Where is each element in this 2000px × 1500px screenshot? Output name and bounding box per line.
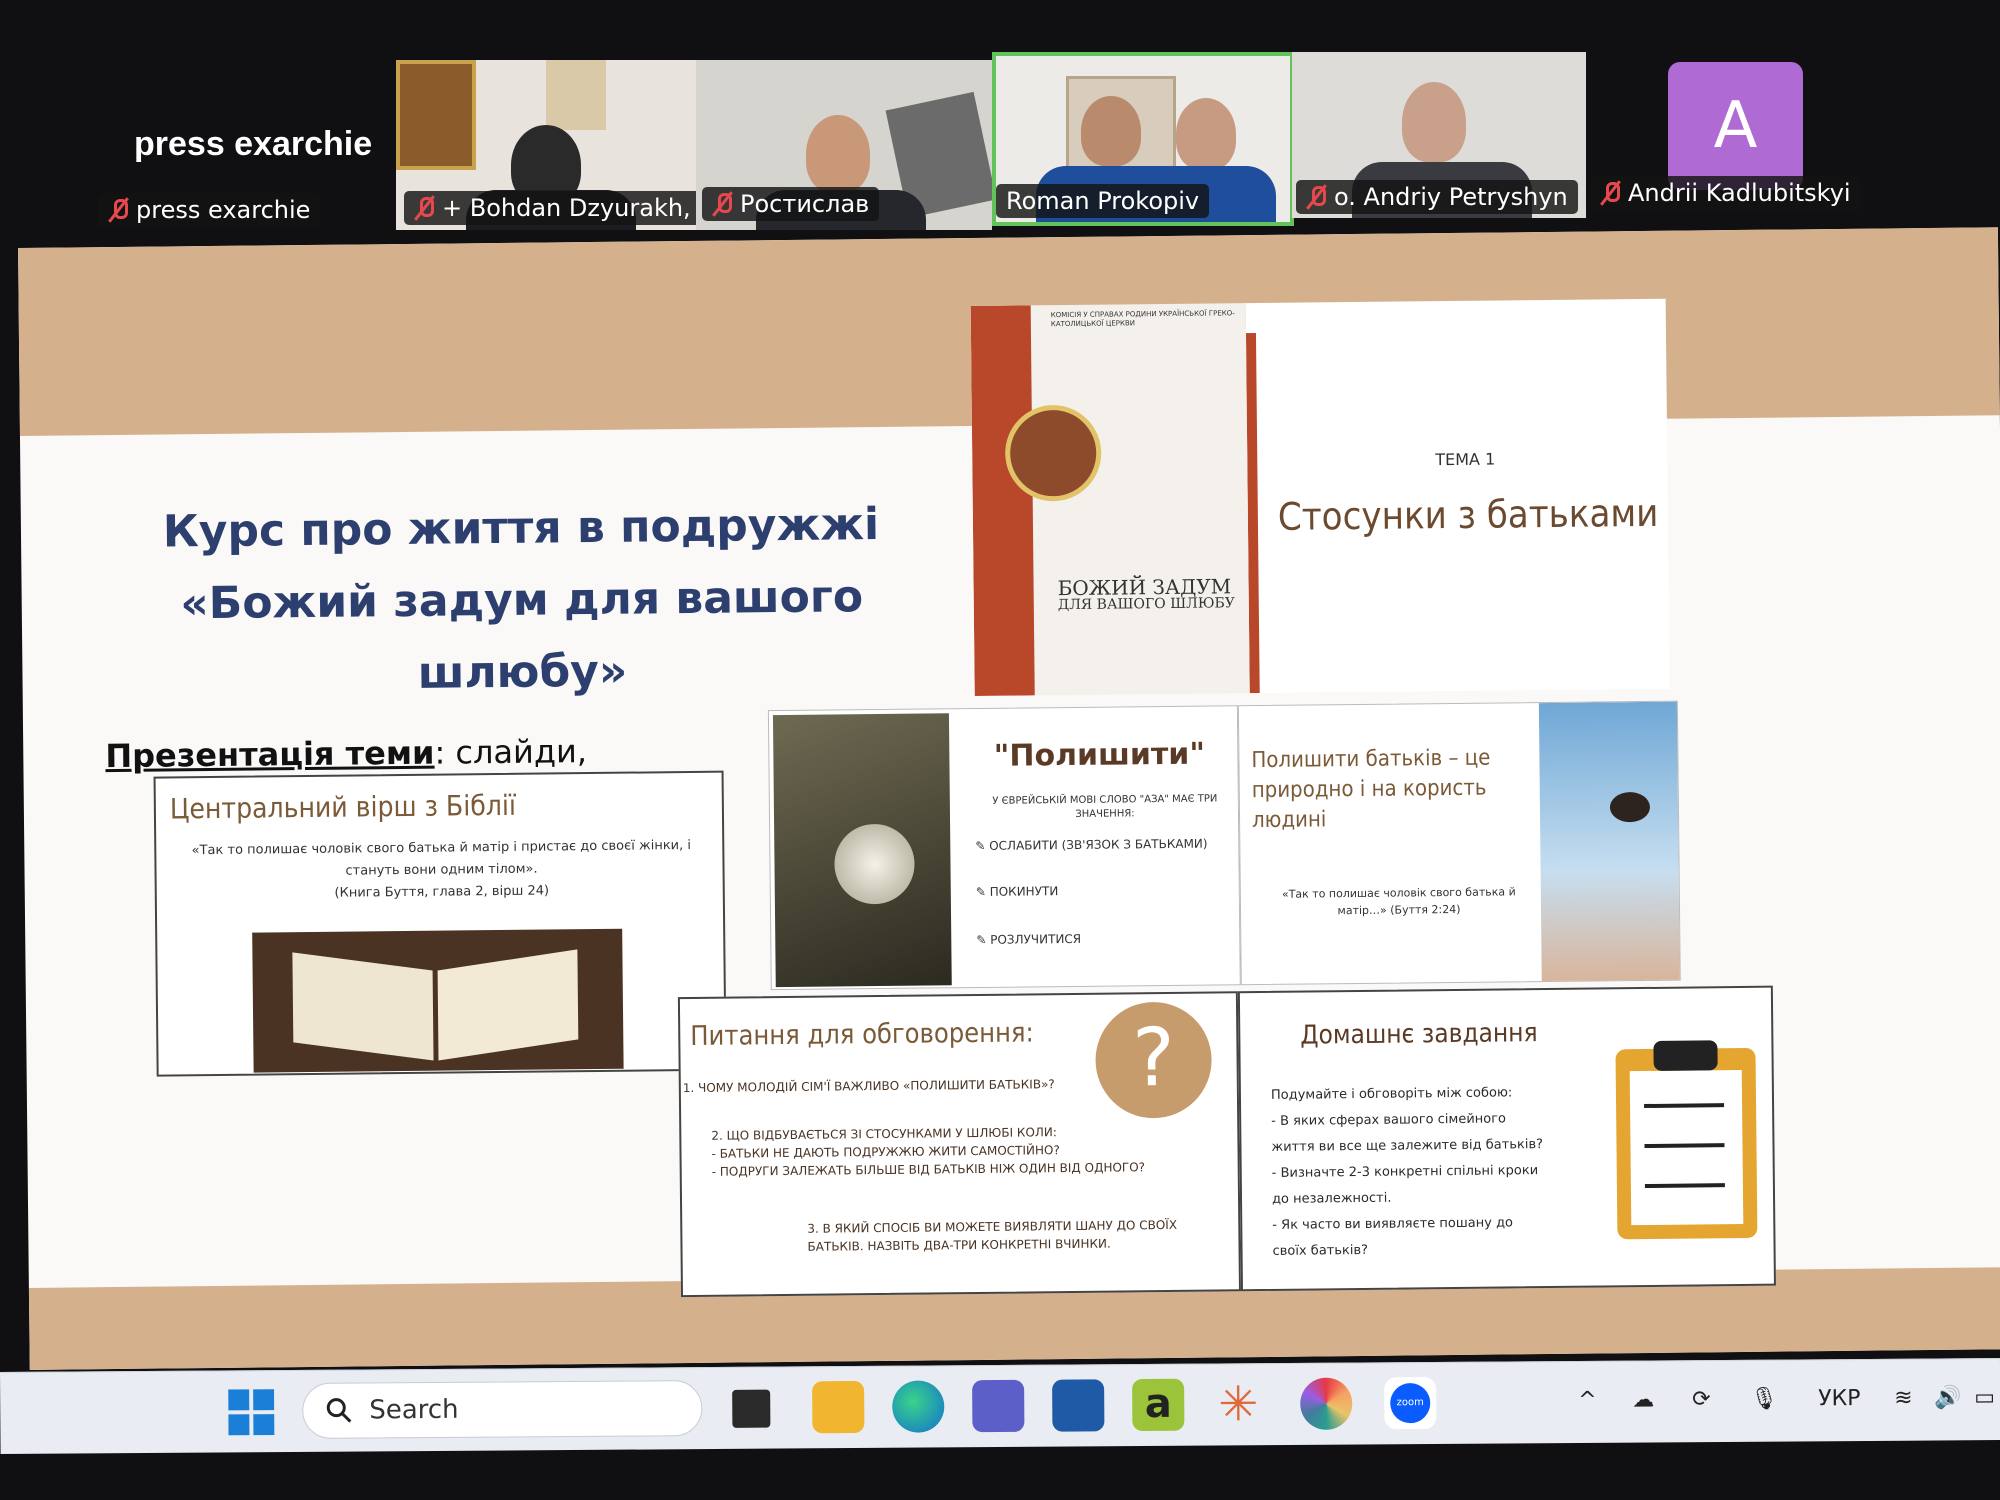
question-2: 2. ЩО ВІДБУВАЄТЬСЯ ЗІ СТОСУНКАМИ У ШЛЮБІ…: [711, 1125, 1146, 1179]
mic-muted-icon: [108, 197, 128, 223]
participant-video: [1402, 82, 1466, 162]
questions-title: Питання для обговорення:: [690, 1017, 1034, 1053]
color-wheel-icon[interactable]: [1300, 1377, 1353, 1430]
leave-item-1: ✎ ОСЛАБИТИ (ЗВ'ЯЗОК З БАТЬКАМИ): [975, 836, 1208, 854]
homework-slide-thumb: Домашнє завдання Подумайте і обговоріть …: [1237, 985, 1776, 1292]
participant-label-5: Andrii Kadlubitskyi: [1590, 176, 1861, 210]
title-line-2: «Божий задум для вашого шлюбу»: [180, 571, 864, 699]
question-mark-icon: ?: [1094, 1001, 1213, 1119]
sun-app-icon[interactable]: ✳: [1212, 1376, 1264, 1432]
verse-title: Центральний вірш з Біблії: [169, 788, 517, 826]
topic-slide-thumb: ТЕМА 1 Стосунки з батьками: [1245, 298, 1670, 694]
icon-medallion: [1004, 404, 1102, 502]
participant-label-3: Roman Prokopiv: [996, 184, 1210, 218]
homework-body: Подумайте і обговоріть між собою: - В як…: [1270, 1085, 1544, 1259]
verse-quote: «Так то полишає чоловік свого батька й м…: [191, 837, 692, 879]
search-box[interactable]: Search: [302, 1380, 703, 1439]
leave-slide-thumb: "Полишити" У ЄВРЕЙСЬКІЙ МОВІ СЛОВО "АЗА"…: [767, 705, 1241, 991]
microphone-icon[interactable]: 🎙: [1750, 1387, 1778, 1412]
file-explorer-icon[interactable]: [812, 1380, 865, 1434]
participant-name: Andrii Kadlubitskyi: [1628, 179, 1851, 207]
book-title-line-2: ДЛЯ ВАШОГО ШЛЮБУ: [1057, 595, 1236, 614]
zoom-label: zoom: [1390, 1383, 1431, 1424]
leave-item-3: ✎ РОЗЛУЧИТИСЯ: [976, 931, 1082, 948]
self-display-name: press exarchie: [134, 125, 373, 163]
leave-title: "Полишити": [993, 736, 1206, 774]
battery-icon[interactable]: ▭: [1974, 1385, 1995, 1410]
edge-icon[interactable]: [892, 1380, 945, 1433]
presentation-label: Презентація теми: слайди,: [105, 732, 587, 775]
self-label: press exarchie: [136, 196, 311, 224]
bible-image: [252, 928, 624, 1073]
presentation-label-suffix: : слайди,: [434, 732, 588, 772]
participant-name: Roman Prokopiv: [1006, 187, 1200, 215]
participant-avatar[interactable]: A: [1668, 62, 1803, 190]
dandelion-image: [772, 713, 952, 988]
question-3: 3. В ЯКИЙ СПОСІБ ВИ МОЖЕТЕ ВИЯВЛЯТИ ШАНУ…: [807, 1217, 1178, 1254]
screen: press exarchie press exarchie + Bohdan D…: [0, 0, 2000, 1500]
participant-name: Ростислав: [740, 190, 870, 218]
language-indicator[interactable]: УКР: [1818, 1386, 1860, 1411]
search-placeholder: Search: [369, 1394, 459, 1426]
zoom-icon[interactable]: zoom: [1384, 1376, 1437, 1430]
title-line-1: Курс про життя в подружжі: [162, 498, 880, 558]
butterfly-hand-image: [1538, 701, 1681, 984]
topic-label: ТЕМА 1: [1435, 449, 1496, 470]
mic-muted-icon: [414, 195, 434, 221]
participant-label-4: o. Andriy Petryshyn: [1296, 180, 1578, 214]
participant-video: [1176, 98, 1236, 170]
teams-icon[interactable]: [972, 1379, 1025, 1433]
verse-reference: (Книга Буття, глава 2, вірш 24): [334, 883, 550, 901]
participant-video: [806, 115, 870, 193]
verse-slide-thumb: Центральний вірш з Біблії «Так то полиша…: [153, 770, 727, 1077]
leave-parents-title: Полишити батьків – це природно і на кори…: [1251, 745, 1491, 834]
presentation-label-bold: Презентація теми: [105, 733, 435, 776]
search-icon: [326, 1398, 352, 1423]
mic-muted-icon: [1600, 180, 1620, 206]
chevron-up-icon[interactable]: ^: [1578, 1388, 1597, 1413]
a-app-icon[interactable]: a: [1132, 1378, 1185, 1432]
participant-label-2: Ростислав: [702, 187, 880, 221]
task-view-icon[interactable]: [732, 1389, 771, 1428]
book-cover-thumb: КОМІСІЯ У СПРАВАХ РОДИНИ УКРАЇНСЬКОЇ ГРЕ…: [970, 303, 1250, 697]
wifi-icon[interactable]: ≋: [1894, 1386, 1913, 1411]
coat-of-arms-icon: [546, 60, 606, 130]
leave-intro: У ЄВРЕЙСЬКІЙ МОВІ СЛОВО "АЗА" МАЄ ТРИ ЗН…: [992, 793, 1218, 820]
leave-item-2: ✎ ПОКИНУТИ: [975, 884, 1059, 900]
start-icon[interactable]: [228, 1389, 275, 1436]
homework-title: Домашнє завдання: [1300, 1018, 1538, 1051]
participant-name: o. Andriy Petryshyn: [1334, 183, 1568, 211]
clipboard-checklist-icon: [1615, 1040, 1758, 1240]
sync-icon[interactable]: ⟳: [1692, 1387, 1711, 1412]
taskbar: Search a ✳ zoom ^ ☁ ⟳ 🎙 УКР ≋ 🔊 ▭: [0, 1358, 2000, 1454]
leave-parents-slide-thumb: Полишити батьків – це природно і на кори…: [1237, 700, 1681, 986]
participant-video: [1081, 96, 1141, 166]
onedrive-icon[interactable]: ☁: [1632, 1387, 1654, 1412]
self-name-tag: press exarchie: [98, 193, 321, 227]
questions-slide-thumb: Питання для обговорення: ? 1. ЧОМУ МОЛОД…: [677, 991, 1241, 1298]
book-publisher: КОМІСІЯ У СПРАВАХ РОДИНИ УКРАЇНСЬКОЇ ГРЕ…: [1050, 309, 1235, 329]
mic-muted-icon: [1306, 184, 1326, 210]
slide-main-title: Курс про життя в подружжі «Божий задум д…: [81, 488, 963, 713]
store-icon[interactable]: [1052, 1379, 1105, 1432]
leave-parents-quote: «Так то полишає чоловік свого батька й м…: [1281, 885, 1516, 918]
volume-icon[interactable]: 🔊: [1934, 1385, 1962, 1410]
icon-painting: [396, 60, 476, 170]
topic-title: Стосунки з батьками: [1277, 490, 1659, 539]
shared-slide: Курс про життя в подружжі «Божий задум д…: [18, 227, 2000, 1370]
question-1: 1. ЧОМУ МОЛОДІЙ СІМ'Ї ВАЖЛИВО «ПОЛИШИТИ …: [682, 1077, 1055, 1096]
mic-muted-icon: [712, 191, 732, 217]
